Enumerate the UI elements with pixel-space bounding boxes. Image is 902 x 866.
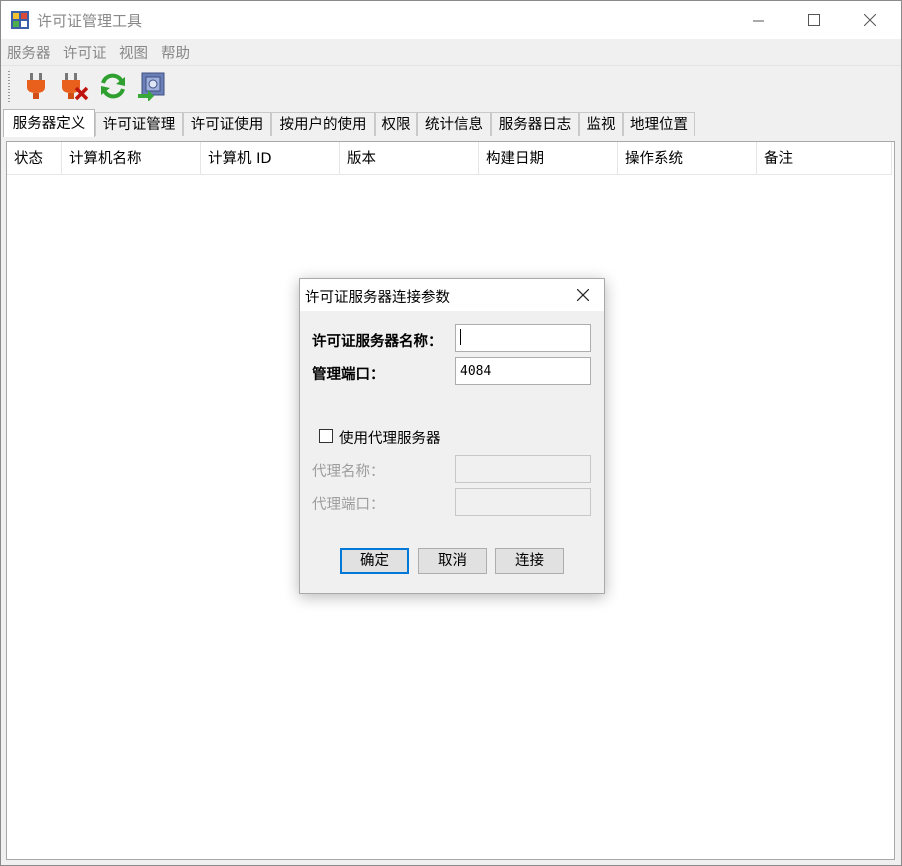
window-title: 许可证管理工具 <box>37 12 143 30</box>
column-header-computer-id[interactable]: 计算机 ID <box>201 142 340 175</box>
app-icon <box>11 11 29 29</box>
tab-geolocation[interactable]: 地理位置 <box>623 112 695 136</box>
title-bar: 许可证管理工具 <box>1 1 901 39</box>
proxy-name-input[interactable] <box>455 455 591 483</box>
tab-license-management[interactable]: 许可证管理 <box>95 112 183 136</box>
close-window-button[interactable] <box>847 1 893 39</box>
proxy-port-label: 代理端口： <box>312 497 385 513</box>
close-icon <box>864 14 876 26</box>
admin-port-label: 管理端口： <box>312 367 385 383</box>
column-header-os[interactable]: 操作系统 <box>618 142 757 175</box>
connection-params-dialog: 许可证服务器连接参数 许可证服务器名称： 管理端口： 使用代理服务器 代理名称：… <box>299 278 605 594</box>
app-window: 许可证管理工具 服务器 许可证 视图 帮助 服务器定义 许可证管理 许可证使用 … <box>0 0 902 866</box>
tab-monitor[interactable]: 监视 <box>579 112 623 136</box>
menu-license[interactable]: 许可证 <box>63 42 107 63</box>
dialog-close-button[interactable] <box>568 281 598 309</box>
ok-button[interactable]: 确定 <box>340 548 409 574</box>
maximize-icon <box>808 14 820 26</box>
connect-button[interactable] <box>19 69 53 103</box>
server-config-icon <box>138 72 165 101</box>
maximize-button[interactable] <box>791 1 837 39</box>
menu-bar: 服务器 许可证 视图 帮助 <box>1 39 901 65</box>
connect-plug-icon <box>27 73 45 99</box>
column-header-computer-name[interactable]: 计算机名称 <box>62 142 201 175</box>
menu-view[interactable]: 视图 <box>119 42 148 63</box>
toolbar-grip[interactable] <box>8 71 10 103</box>
column-header-notes[interactable]: 备注 <box>757 142 892 175</box>
tab-statistics[interactable]: 统计信息 <box>417 112 491 136</box>
menu-help[interactable]: 帮助 <box>161 42 190 63</box>
disconnect-plug-icon <box>62 73 89 101</box>
tab-permissions[interactable]: 权限 <box>375 112 417 136</box>
tab-server-definition[interactable]: 服务器定义 <box>3 109 95 137</box>
text-caret <box>460 329 461 345</box>
dialog-title-bar: 许可证服务器连接参数 <box>300 279 604 311</box>
toolbar <box>1 65 901 108</box>
refresh-icon <box>101 73 125 99</box>
column-header-version[interactable]: 版本 <box>340 142 479 175</box>
use-proxy-label[interactable]: 使用代理服务器 <box>339 427 441 448</box>
proxy-name-label: 代理名称： <box>312 464 385 480</box>
list-header: 状态 计算机名称 计算机 ID 版本 构建日期 操作系统 备注 <box>7 142 892 176</box>
proxy-port-input[interactable] <box>455 488 591 516</box>
refresh-button[interactable] <box>96 69 130 103</box>
connect-button-dialog[interactable]: 连接 <box>495 548 564 574</box>
column-header-status[interactable]: 状态 <box>7 142 62 175</box>
use-proxy-checkbox[interactable] <box>319 429 333 443</box>
tab-usage-by-user[interactable]: 按用户的使用 <box>271 112 375 136</box>
minimize-icon <box>752 20 764 21</box>
tab-server-log[interactable]: 服务器日志 <box>491 112 579 136</box>
tab-license-usage[interactable]: 许可证使用 <box>183 112 271 136</box>
column-header-build-date[interactable]: 构建日期 <box>479 142 618 175</box>
server-name-field-wrap <box>455 324 591 352</box>
close-icon <box>577 289 589 301</box>
dialog-title: 许可证服务器连接参数 <box>305 290 450 306</box>
server-config-button[interactable] <box>135 69 169 103</box>
cancel-button[interactable]: 取消 <box>418 548 487 574</box>
tab-strip: 服务器定义 许可证管理 许可证使用 按用户的使用 权限 统计信息 服务器日志 监… <box>1 109 901 137</box>
disconnect-button[interactable] <box>57 69 91 103</box>
menu-server[interactable]: 服务器 <box>7 42 51 63</box>
minimize-button[interactable] <box>735 1 781 39</box>
admin-port-input[interactable] <box>455 357 591 385</box>
server-name-input[interactable] <box>455 324 591 352</box>
server-name-label: 许可证服务器名称： <box>312 334 443 350</box>
